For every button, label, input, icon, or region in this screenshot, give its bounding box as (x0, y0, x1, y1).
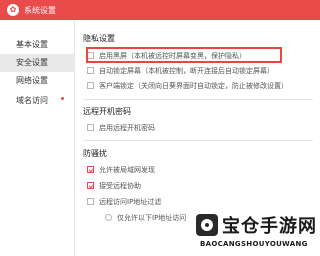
ip-whitelist-label: 仅允许以下IP地址访问 (117, 214, 187, 222)
watermark-text: 宝仓手游网 (222, 216, 317, 237)
divider (83, 99, 313, 100)
client-lock-checkbox[interactable] (87, 82, 94, 89)
sidebar-item-label: 网络设置 (16, 76, 48, 85)
ip-filter-checkbox[interactable] (87, 198, 94, 205)
ip-whitelist-radio[interactable] (105, 214, 112, 221)
sidebar: 基本设置 安全设置 网络设置 域名访问 (0, 20, 75, 256)
sidebar-item-basic-settings[interactable]: 基本设置 (0, 36, 74, 54)
title-bar: ✿ 系统设置 (0, 0, 320, 20)
sidebar-item-domain-access[interactable]: 域名访问 (0, 92, 74, 110)
window-title: 系统设置 (24, 6, 56, 15)
divider (83, 140, 313, 141)
sidebar-item-label: 基本设置 (16, 40, 48, 49)
blackscreen-checkbox[interactable] (87, 52, 94, 59)
sidebar-item-security-settings[interactable]: 安全设置 (0, 54, 74, 72)
watermark-logo-icon (196, 214, 218, 236)
privacy-section-title: 隐私设置 (83, 34, 115, 43)
remote-assist-label: 接受远程协助 (99, 182, 141, 190)
auto-lock-checkbox[interactable] (87, 67, 94, 74)
ip-filter-label: 远程访问IP地址过滤 (99, 198, 162, 206)
remote-assist-checkbox[interactable] (87, 182, 94, 189)
lan-discovery-checkbox[interactable] (87, 166, 94, 173)
sidebar-item-label: 安全设置 (16, 58, 48, 67)
remote-boot-password-label: 启用远程开机密码 (99, 124, 155, 132)
auto-lock-label: 自动锁定屏幕（本机被控制，断开连接后自动锁定屏幕） (99, 67, 274, 75)
lan-discovery-label: 允许被局域网发现 (99, 166, 155, 174)
remote-boot-section-title: 远程开机密码 (83, 107, 131, 116)
sidebar-item-network-settings[interactable]: 网络设置 (0, 72, 74, 90)
blackscreen-label: 启用黑屏（本机被远控时屏幕变黑，保护隐私） (99, 52, 246, 60)
watermark-subtext: BAOCANGSHOUYOUWANG (200, 240, 308, 248)
client-lock-label: 客户端锁定（关闭向日葵界面时自动锁定，防止被修改设置） (99, 82, 288, 90)
protection-section-title: 防骚扰 (83, 149, 107, 158)
sunlogin-logo-icon: ✿ (7, 4, 19, 16)
sidebar-item-label: 域名访问 (16, 96, 48, 105)
site-watermark: 宝仓手游网 BAOCANGSHOUYOUWANG (196, 210, 320, 256)
notification-dot-icon (61, 97, 64, 100)
remote-boot-password-checkbox[interactable] (87, 124, 94, 131)
